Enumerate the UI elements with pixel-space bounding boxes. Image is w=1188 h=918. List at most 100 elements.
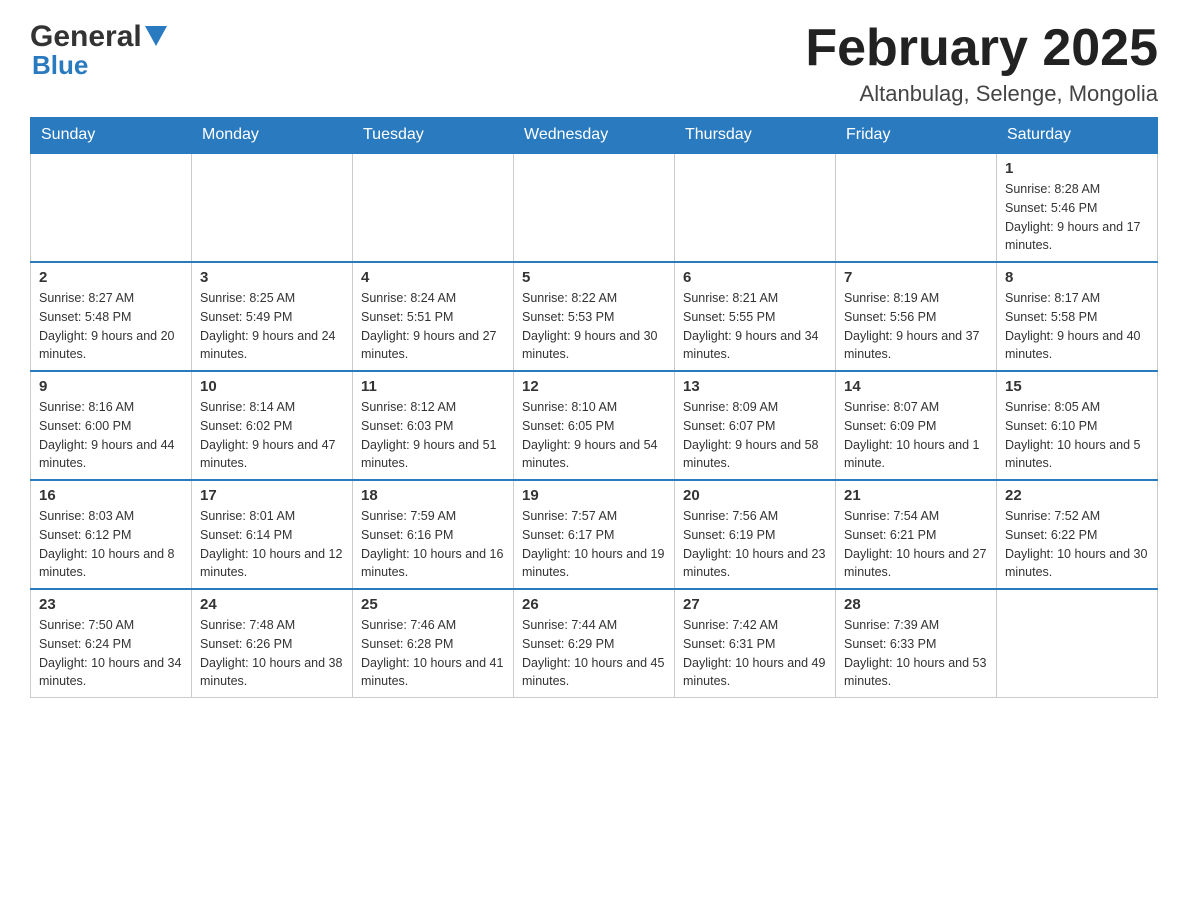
day-number: 21 <box>844 487 988 504</box>
location-title: Altanbulag, Selenge, Mongolia <box>805 81 1158 107</box>
calendar-cell: 26Sunrise: 7:44 AMSunset: 6:29 PMDayligh… <box>514 589 675 698</box>
day-info: Sunset: 6:05 PM <box>522 417 666 436</box>
day-info: Sunrise: 7:59 AM <box>361 507 505 526</box>
day-info: Sunrise: 8:21 AM <box>683 289 827 308</box>
day-info: Sunrise: 8:27 AM <box>39 289 183 308</box>
day-info: Sunrise: 8:28 AM <box>1005 180 1149 199</box>
day-info: Daylight: 10 hours and 27 minutes. <box>844 545 988 583</box>
day-info: Sunset: 5:46 PM <box>1005 199 1149 218</box>
day-number: 8 <box>1005 269 1149 286</box>
calendar-cell: 15Sunrise: 8:05 AMSunset: 6:10 PMDayligh… <box>997 371 1158 480</box>
day-info: Daylight: 9 hours and 51 minutes. <box>361 436 505 474</box>
calendar-week-2: 2 Sunrise: 8:27 AMSunset: 5:48 PM Daylight… <box>31 262 1158 371</box>
day-info: Daylight: 10 hours and 19 minutes. <box>522 545 666 583</box>
day-info: Sunset: 5:56 PM <box>844 308 988 327</box>
calendar-cell <box>514 153 675 262</box>
day-info: Sunrise: 7:52 AM <box>1005 507 1149 526</box>
day-info: Sunrise: 7:50 AM <box>39 616 183 635</box>
day-info: Daylight: 10 hours and 16 minutes. <box>361 545 505 583</box>
day-info: Sunset: 6:16 PM <box>361 526 505 545</box>
day-info: Sunrise: 8:24 AM <box>361 289 505 308</box>
day-number: 5 <box>522 269 666 286</box>
day-number: 25 <box>361 596 505 613</box>
day-number: 27 <box>683 596 827 613</box>
calendar-cell: 11Sunrise: 8:12 AMSunset: 6:03 PMDayligh… <box>353 371 514 480</box>
calendar-cell: 20Sunrise: 7:56 AMSunset: 6:19 PMDayligh… <box>675 480 836 589</box>
day-info: Sunset: 6:33 PM <box>844 635 988 654</box>
day-number: 2 <box>39 269 183 286</box>
calendar-week-4: 16Sunrise: 8:03 AMSunset: 6:12 PMDayligh… <box>31 480 1158 589</box>
calendar-cell: 5Sunrise: 8:22 AMSunset: 5:53 PMDaylight… <box>514 262 675 371</box>
day-info: Sunset: 6:03 PM <box>361 417 505 436</box>
weekday-header-monday: Monday <box>192 118 353 154</box>
day-info: Daylight: 10 hours and 34 minutes. <box>39 654 183 692</box>
day-info: Sunset: 6:29 PM <box>522 635 666 654</box>
day-info: Sunset: 6:07 PM <box>683 417 827 436</box>
logo-general-text: General <box>30 20 142 54</box>
calendar-cell <box>997 589 1158 698</box>
day-info: Sunset: 5:48 PM <box>39 308 183 327</box>
day-info: Daylight: 9 hours and 17 minutes. <box>1005 218 1149 256</box>
calendar-cell: 23Sunrise: 7:50 AMSunset: 6:24 PMDayligh… <box>31 589 192 698</box>
day-info: Sunset: 6:12 PM <box>39 526 183 545</box>
day-info: Sunset: 5:53 PM <box>522 308 666 327</box>
day-info: Daylight: 10 hours and 45 minutes. <box>522 654 666 692</box>
title-block: February 2025 Altanbulag, Selenge, Mongo… <box>805 20 1158 107</box>
day-info: Daylight: 9 hours and 37 minutes. <box>844 327 988 365</box>
day-info: Sunset: 6:31 PM <box>683 635 827 654</box>
calendar-cell: 6Sunrise: 8:21 AMSunset: 5:55 PMDaylight… <box>675 262 836 371</box>
day-info: Daylight: 10 hours and 12 minutes. <box>200 545 344 583</box>
day-info: Sunrise: 7:46 AM <box>361 616 505 635</box>
day-info: Sunset: 5:55 PM <box>683 308 827 327</box>
day-info: Sunrise: 8:12 AM <box>361 398 505 417</box>
day-info: Sunrise: 8:19 AM <box>844 289 988 308</box>
day-info: Daylight: 10 hours and 8 minutes. <box>39 545 183 583</box>
day-info: Sunrise: 8:03 AM <box>39 507 183 526</box>
day-number: 12 <box>522 378 666 395</box>
day-info: Sunset: 5:49 PM <box>200 308 344 327</box>
day-info: Sunset: 5:58 PM <box>1005 308 1149 327</box>
day-number: 7 <box>844 269 988 286</box>
day-number: 20 <box>683 487 827 504</box>
calendar-cell: 22Sunrise: 7:52 AMSunset: 6:22 PMDayligh… <box>997 480 1158 589</box>
day-info: Sunrise: 8:07 AM <box>844 398 988 417</box>
calendar-table: SundayMondayTuesdayWednesdayThursdayFrid… <box>30 117 1158 698</box>
calendar-cell <box>31 153 192 262</box>
day-number: 28 <box>844 596 988 613</box>
day-info: Sunrise: 8:05 AM <box>1005 398 1149 417</box>
calendar-week-5: 23Sunrise: 7:50 AMSunset: 6:24 PMDayligh… <box>31 589 1158 698</box>
logo-blue-text: Blue <box>32 50 88 81</box>
day-info: Daylight: 9 hours and 27 minutes. <box>361 327 505 365</box>
day-number: 19 <box>522 487 666 504</box>
day-info: Daylight: 10 hours and 49 minutes. <box>683 654 827 692</box>
day-info: Daylight: 10 hours and 1 minute. <box>844 436 988 474</box>
day-info: Sunrise: 8:10 AM <box>522 398 666 417</box>
day-info: Daylight: 9 hours and 40 minutes. <box>1005 327 1149 365</box>
day-info: Sunrise: 8:09 AM <box>683 398 827 417</box>
calendar-cell: 13Sunrise: 8:09 AMSunset: 6:07 PMDayligh… <box>675 371 836 480</box>
weekday-header-friday: Friday <box>836 118 997 154</box>
month-title: February 2025 <box>805 20 1158 77</box>
day-info: Sunrise: 7:42 AM <box>683 616 827 635</box>
day-info: Daylight: 10 hours and 30 minutes. <box>1005 545 1149 583</box>
day-info: Sunset: 6:00 PM <box>39 417 183 436</box>
calendar-cell: 4Sunrise: 8:24 AMSunset: 5:51 PMDaylight… <box>353 262 514 371</box>
day-info: Daylight: 9 hours and 44 minutes. <box>39 436 183 474</box>
day-info: Sunset: 5:51 PM <box>361 308 505 327</box>
day-number: 3 <box>200 269 344 286</box>
day-number: 26 <box>522 596 666 613</box>
day-info: Daylight: 9 hours and 24 minutes. <box>200 327 344 365</box>
calendar-cell <box>836 153 997 262</box>
calendar-cell: 8Sunrise: 8:17 AMSunset: 5:58 PMDaylight… <box>997 262 1158 371</box>
day-info: Daylight: 9 hours and 30 minutes. <box>522 327 666 365</box>
day-info: Sunset: 6:21 PM <box>844 526 988 545</box>
day-info: Sunset: 6:14 PM <box>200 526 344 545</box>
day-number: 1 <box>1005 160 1149 177</box>
day-info: Daylight: 10 hours and 23 minutes. <box>683 545 827 583</box>
weekday-header-sunday: Sunday <box>31 118 192 154</box>
weekday-header-thursday: Thursday <box>675 118 836 154</box>
page-header: General Blue February 2025 Altanbulag, S… <box>30 20 1158 107</box>
day-info: Daylight: 9 hours and 34 minutes. <box>683 327 827 365</box>
calendar-cell: 17Sunrise: 8:01 AMSunset: 6:14 PMDayligh… <box>192 480 353 589</box>
day-info: Daylight: 9 hours and 58 minutes. <box>683 436 827 474</box>
